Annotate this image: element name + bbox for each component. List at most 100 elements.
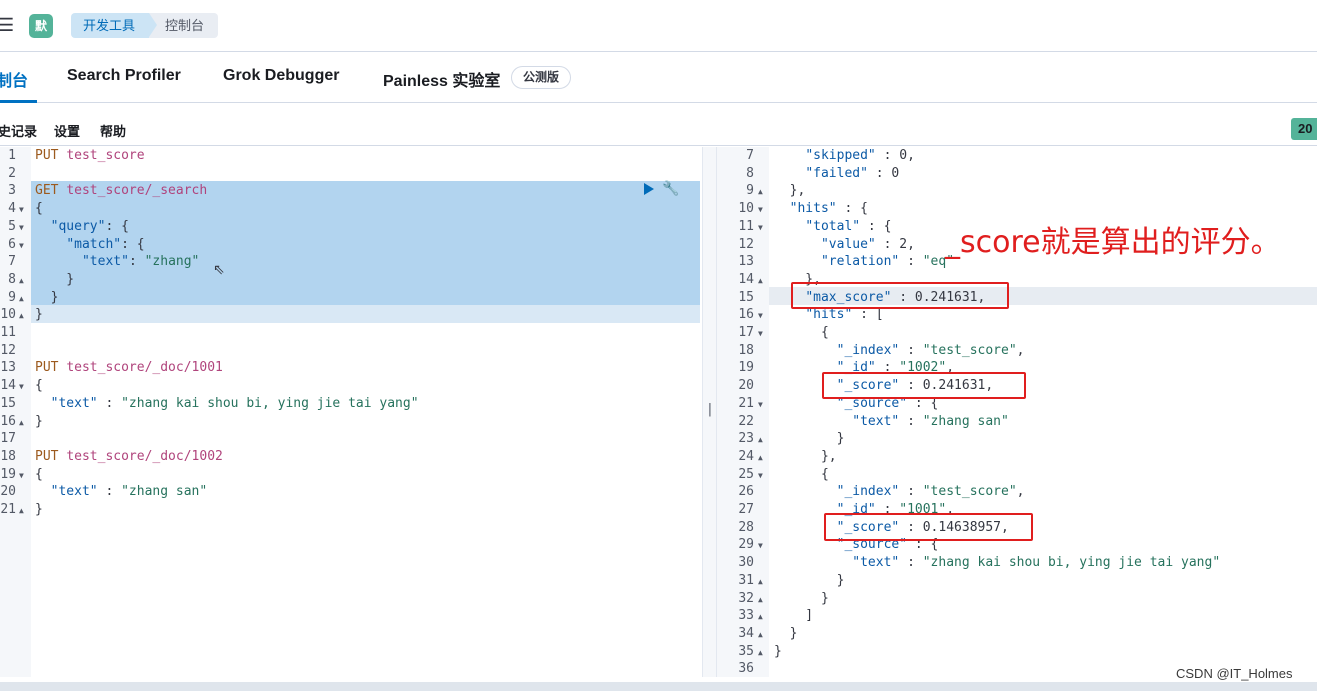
- fold-up-icon[interactable]: ▲: [19, 272, 24, 290]
- code-text: }: [774, 625, 798, 641]
- fold-up-icon[interactable]: ▲: [19, 502, 24, 520]
- line-number: 14: [738, 271, 754, 287]
- settings-link[interactable]: 设置: [54, 121, 80, 140]
- fold-down-icon[interactable]: ▼: [758, 467, 763, 485]
- code-text: "_index" : "test_score",: [836, 342, 1025, 358]
- tab-grok-debugger[interactable]: Grok Debugger: [223, 67, 339, 85]
- fold-down-icon[interactable]: ▼: [758, 307, 763, 325]
- request-line: 18 PUT test_score/_doc/1002: [0, 448, 702, 466]
- fold-down-icon[interactable]: ▼: [19, 467, 24, 485]
- fold-up-icon[interactable]: ▲: [758, 449, 763, 467]
- request-line: 13 PUT test_score/_doc/1001: [0, 359, 702, 377]
- fold-down-icon[interactable]: ▼: [758, 537, 763, 555]
- fold-up-icon[interactable]: ▲: [758, 626, 763, 644]
- line-number: 3: [8, 183, 16, 199]
- fold-up-icon[interactable]: ▲: [758, 183, 763, 201]
- tab-search-profiler[interactable]: Search Profiler: [67, 67, 181, 85]
- line-number: 16: [0, 413, 16, 429]
- line-number: 6: [8, 236, 16, 252]
- response-line: 8 "failed" : 0: [717, 165, 1317, 183]
- code-text: {: [774, 466, 829, 482]
- line-number: 25: [738, 466, 754, 482]
- line-number: 33: [738, 608, 754, 624]
- response-line: 35 ▲}: [717, 643, 1317, 661]
- code-text: }: [774, 572, 845, 588]
- request-line: 19 ▼ {: [0, 466, 702, 484]
- fold-down-icon[interactable]: ▼: [19, 378, 24, 396]
- request-line: 9 ▲ }: [0, 289, 702, 307]
- line-number: 34: [738, 625, 754, 641]
- code-text: {: [35, 466, 43, 482]
- line-number: 19: [738, 360, 754, 376]
- play-icon[interactable]: [644, 183, 654, 195]
- request-line: 4 ▼ {: [0, 200, 702, 218]
- fold-up-icon[interactable]: ▲: [758, 573, 763, 591]
- response-line: 22 "text" : "zhang san": [717, 413, 1317, 431]
- fold-up-icon[interactable]: ▲: [758, 644, 763, 662]
- code-text: ]: [774, 608, 814, 624]
- response-line: 17 ▼ {: [717, 324, 1317, 342]
- response-line: 30 "text" : "zhang kai shou bi, ying jie…: [717, 554, 1317, 572]
- fold-up-icon[interactable]: ▲: [19, 290, 24, 308]
- response-line: 25 ▼ {: [717, 466, 1317, 484]
- line-number: 18: [0, 448, 16, 464]
- fold-up-icon[interactable]: ▲: [758, 591, 763, 609]
- fold-down-icon[interactable]: ▼: [758, 325, 763, 343]
- line-number: 36: [738, 661, 754, 677]
- fold-down-icon[interactable]: ▼: [19, 237, 24, 255]
- code-text: "_index" : "test_score",: [836, 484, 1025, 500]
- fold-down-icon[interactable]: ▼: [19, 201, 24, 219]
- code-text: {: [35, 201, 43, 217]
- fold-down-icon[interactable]: ▼: [758, 219, 763, 237]
- max-score-highlight-box: [791, 282, 1009, 309]
- line-number: 12: [738, 236, 754, 252]
- fold-up-icon[interactable]: ▲: [758, 272, 763, 290]
- hamburger-menu-icon[interactable]: ☰: [0, 16, 14, 34]
- request-line: 6 ▼ "match": {: [0, 236, 702, 254]
- request-editor[interactable]: 1 PUT test_score 2 3 GET test_score/_search 4…: [0, 147, 702, 677]
- code-text: "failed" : 0: [805, 165, 900, 181]
- response-line: 24 ▲ },: [717, 448, 1317, 466]
- line-number: 27: [738, 502, 754, 517]
- line-number: 11: [0, 325, 16, 340]
- wrench-icon[interactable]: 🔧: [662, 180, 679, 197]
- line-number: 11: [738, 218, 754, 234]
- pane-resizer[interactable]: ||: [702, 147, 722, 677]
- code-text: "text": "zhang": [81, 254, 200, 270]
- response-line: 18 "_index" : "test_score",: [717, 342, 1317, 360]
- response-line: 32 ▲ }: [717, 590, 1317, 608]
- beta-badge: 公测版: [511, 66, 572, 89]
- top-header: ☰ 默 开发工具 控制台: [0, 0, 1317, 52]
- fold-up-icon[interactable]: ▲: [758, 431, 763, 449]
- fold-up-icon[interactable]: ▲: [19, 414, 24, 432]
- score-1001-highlight-box: [824, 513, 1033, 541]
- space-avatar[interactable]: 默: [29, 14, 53, 38]
- response-line: 9 ▲ },: [717, 182, 1317, 200]
- request-line: 2: [0, 165, 702, 183]
- code-text: "total" : {: [805, 218, 892, 234]
- tab-console[interactable]: 制台: [0, 67, 28, 91]
- response-line: 7 "skipped" : 0,: [717, 147, 1317, 165]
- line-number: 10: [0, 307, 16, 323]
- request-line: 16 ▲}: [0, 413, 702, 431]
- line-number: 7: [8, 254, 16, 270]
- line-number: 7: [746, 148, 754, 163]
- tab-painless-lab[interactable]: Painless 实验室: [383, 67, 500, 91]
- line-number: 32: [738, 590, 754, 606]
- help-link[interactable]: 帮助: [100, 121, 126, 140]
- breadcrumb-dev-tools[interactable]: 开发工具: [71, 13, 158, 38]
- fold-down-icon[interactable]: ▼: [758, 201, 763, 219]
- line-number: 15: [738, 289, 754, 305]
- fold-up-icon[interactable]: ▲: [758, 608, 763, 626]
- request-line: 10 ▲}: [0, 306, 702, 324]
- fold-down-icon[interactable]: ▼: [758, 396, 763, 414]
- code-text: "text" : "zhang san": [50, 484, 208, 500]
- request-line: 17: [0, 430, 702, 448]
- line-number: 21: [0, 502, 16, 517]
- history-link[interactable]: 史记录: [0, 121, 37, 140]
- line-number: 17: [738, 325, 754, 340]
- fold-down-icon[interactable]: ▼: [19, 219, 24, 237]
- line-number: 21: [738, 395, 754, 411]
- request-line: 7 "text": "zhang": [0, 253, 702, 271]
- fold-up-icon[interactable]: ▲: [19, 307, 24, 325]
